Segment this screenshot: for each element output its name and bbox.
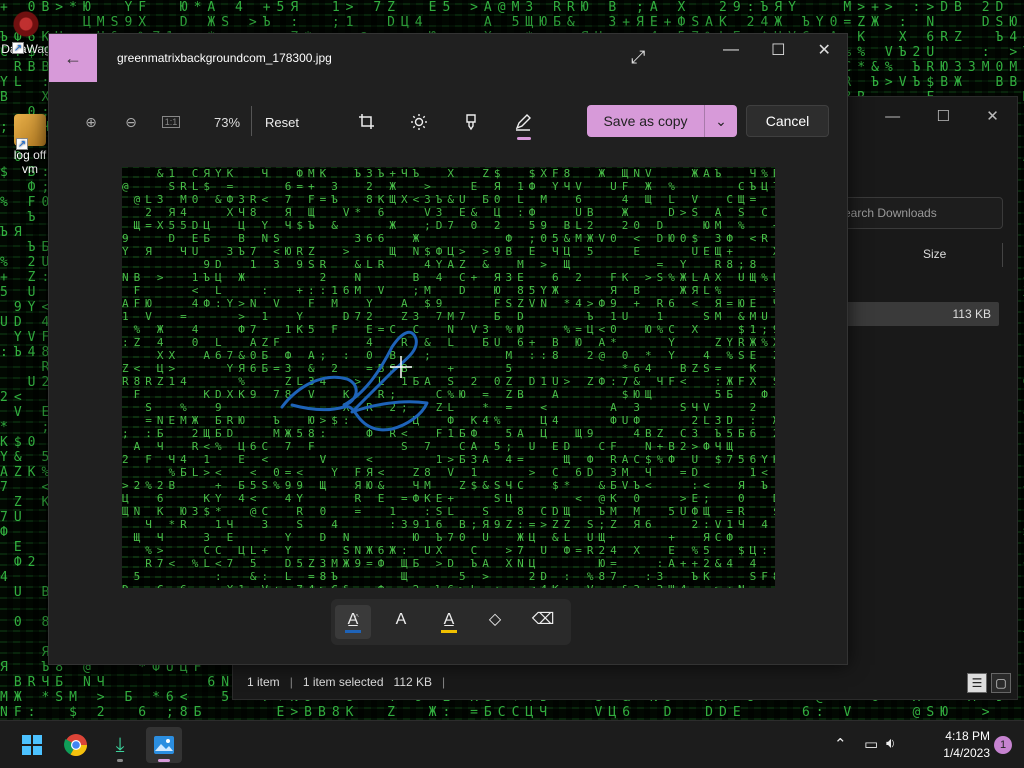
filter-icon[interactable]	[459, 108, 483, 136]
clock-time: 4:18 PM	[945, 729, 990, 743]
save-options-dropdown[interactable]: ⌄	[705, 105, 737, 137]
desktop-icon-label: DataWag	[1, 42, 51, 56]
clock[interactable]: 4:18 PM 1/4/2023	[920, 728, 990, 762]
chrome-icon	[64, 734, 87, 756]
back-button[interactable]: ←	[49, 34, 97, 82]
minimize-icon[interactable]: —	[723, 41, 739, 59]
item-count: 1 item	[247, 675, 280, 689]
eraser-icon: ◇	[488, 611, 502, 628]
photos-icon	[154, 736, 174, 754]
eraser-tool[interactable]: ◇	[477, 605, 513, 639]
chevron-down-icon: ⌄	[715, 113, 727, 129]
desktop-background: + 0B>*Ю YF Ю*A 4 +5Я 1> 7Z E5 >A@M3 RRЮ …	[0, 0, 1024, 720]
arrow-left-icon: ←	[64, 47, 82, 68]
notification-badge[interactable]: 1	[994, 736, 1012, 754]
photos-editor-window: ← greenmatrixbackgroundcom_178300.jpg ⤢ …	[48, 33, 848, 665]
draw-tools-bar: ^ A̲ A A̲ ◇ ⌫	[331, 599, 571, 645]
details-view-icon[interactable]: ☰	[967, 673, 987, 693]
markup-pen-icon[interactable]	[511, 108, 535, 136]
running-indicator	[117, 759, 123, 762]
minimize-icon[interactable]: —	[885, 108, 900, 125]
save-as-copy-button[interactable]: Save as copy	[587, 105, 705, 137]
highlighter-icon: A̲	[443, 611, 455, 628]
shortcut-arrow-icon: ↗	[16, 138, 28, 150]
clock-date: 1/4/2023	[943, 746, 990, 760]
highlighter-color-indicator	[441, 630, 457, 633]
view-toggle: ☰ ▢	[967, 673, 1011, 693]
ballpoint-pen-tool[interactable]: ^ A̲	[335, 605, 371, 639]
chrome-taskbar-button[interactable]	[58, 727, 94, 763]
start-button[interactable]	[14, 727, 50, 763]
file-row[interactable]: 113 KB	[843, 302, 999, 326]
cancel-button[interactable]: Cancel	[746, 105, 829, 137]
zoom-out-icon[interactable]: ⊖	[119, 108, 143, 136]
shortcut-arrow-icon: ↗	[12, 42, 24, 54]
pencil-icon: A	[395, 611, 407, 628]
expand-icon[interactable]: ⤢	[631, 47, 645, 68]
zoom-level: 73%	[213, 114, 241, 130]
selected-count: 1 item selected	[302, 675, 384, 689]
window-title: greenmatrixbackgroundcom_178300.jpg	[117, 51, 332, 65]
adjustment-icon[interactable]	[407, 108, 431, 136]
pen-color-indicator	[345, 630, 361, 633]
taskbar: ⤓ ⌃ ▭ 🔉︎ 4:18 PM 1/4/2023 1	[0, 720, 1024, 768]
image-canvas[interactable]: &1 CЯYK Ч ФMK Ъ3Ъ+ЧЪ X Z$ $XF8 Ж ЩNV ЖAЪ…	[122, 167, 775, 588]
file-size: 113 KB	[952, 307, 991, 321]
download-icon: ⤓	[115, 733, 125, 756]
maximize-icon[interactable]: ☐	[936, 107, 949, 125]
close-icon[interactable]: ✕	[818, 40, 831, 60]
actual-size-icon[interactable]: 1:1	[159, 108, 183, 136]
clear-all-icon: ⌫	[531, 611, 555, 628]
active-tab-indicator	[517, 137, 531, 140]
editor-toolbar: ⊕ ⊖ 1:1 73% Reset Save as copy ⌄ Cancel	[49, 100, 847, 144]
desktop-icon-datawag[interactable]: ↗ DataWag	[0, 8, 52, 56]
size-column-header[interactable]: Size	[923, 243, 1003, 267]
save-as-copy-split-button: Save as copy ⌄	[587, 105, 737, 137]
selected-size: 112 KB	[393, 675, 433, 689]
explorer-window-controls: — ☐ ✕	[867, 97, 1017, 135]
search-input[interactable]: earch Downloads	[833, 197, 1003, 229]
tiles-view-icon[interactable]: ▢	[991, 673, 1011, 693]
crosshair-cursor-icon	[390, 356, 412, 378]
reset-button[interactable]: Reset	[257, 108, 307, 136]
windows-logo-icon	[22, 735, 42, 755]
desktop-icon-label: log off vm	[13, 148, 47, 176]
highlighter-tool[interactable]: A̲	[431, 605, 467, 639]
close-icon[interactable]: ✕	[986, 107, 999, 125]
explorer-statusbar: 1 item | 1 item selected 112 KB |	[247, 675, 446, 689]
clear-all-tool[interactable]: ⌫	[525, 605, 561, 639]
maximize-icon[interactable]: ☐	[771, 40, 785, 60]
chevron-up-icon[interactable]: ⌃	[834, 735, 847, 753]
zoom-in-icon[interactable]: ⊕	[79, 108, 103, 136]
ink-stroke	[280, 330, 429, 432]
window-controls: — ☐ ✕	[707, 34, 847, 66]
toolbar-divider	[251, 106, 252, 136]
crop-icon[interactable]	[355, 108, 379, 136]
pencil-tool[interactable]: A	[383, 605, 419, 639]
downloads-taskbar-button[interactable]: ⤓	[102, 727, 138, 763]
volume-icon[interactable]: 🔉︎	[886, 735, 895, 752]
active-app-indicator	[158, 759, 170, 762]
datawag-icon	[10, 8, 42, 40]
caret-up-icon: ^	[355, 613, 359, 622]
photos-taskbar-button[interactable]	[146, 727, 182, 763]
system-tray: ⌃ ▭ 🔉︎ 4:18 PM 1/4/2023 1	[834, 721, 1024, 768]
network-icon[interactable]: ▭	[864, 735, 878, 753]
